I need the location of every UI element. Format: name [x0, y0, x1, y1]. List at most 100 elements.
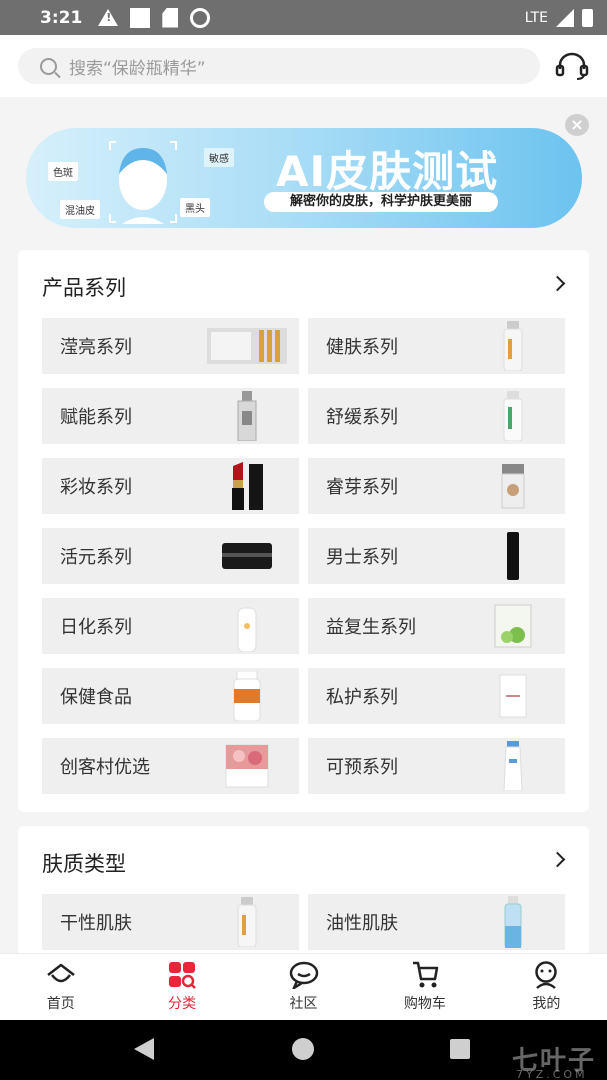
series-item[interactable]: 睿芽系列 [308, 458, 565, 514]
notification-icon [130, 7, 151, 28]
banner-close-button[interactable]: × [565, 114, 589, 136]
series-item[interactable]: 保健食品 [42, 668, 299, 724]
series-item[interactable]: 日化系列 [42, 598, 299, 654]
system-nav-bar: 七叶子 7YZ.COM [0, 1020, 607, 1080]
skin-type-title: 肤质类型 [42, 852, 126, 876]
nav-category-label: 分类 [168, 996, 197, 1012]
tube-image [473, 741, 553, 791]
blue-bottle-image [473, 896, 553, 948]
skin-type-label: 油性肌肤 [326, 913, 398, 934]
skin-type-item[interactable]: 干性肌肤 [42, 894, 299, 950]
bottom-nav: 首页 分类 社区 购物车 我的 [0, 953, 607, 1020]
spray-bottle-image [473, 321, 553, 371]
tag-spots: 色斑 [48, 162, 78, 181]
chevron-right-icon[interactable] [549, 851, 566, 868]
tag-blackheads: 黑头 [180, 198, 210, 217]
product-series-title: 产品系列 [42, 276, 126, 300]
product-series-grid: 滢亮系列 健肤系列 赋能系列 舒缓系列 彩妆系列 睿芽系列 活元系列 男士系列 … [42, 318, 565, 794]
series-item-label: 益复生系列 [326, 617, 416, 638]
series-item[interactable]: 活元系列 [42, 528, 299, 584]
black-bottle-image [473, 532, 553, 580]
battery-icon [582, 8, 593, 27]
home-button-icon[interactable] [292, 1038, 314, 1060]
series-item-label: 创客村优选 [60, 757, 150, 778]
banner-title: AI皮肤测试 [276, 147, 499, 196]
series-item-label: 男士系列 [326, 547, 398, 568]
series-item[interactable]: 男士系列 [308, 528, 565, 584]
series-item-label: 保健食品 [60, 687, 132, 708]
home-icon [46, 963, 75, 983]
cart-icon [412, 961, 439, 988]
series-item-label: 活元系列 [60, 547, 132, 568]
lipstick-image [207, 462, 287, 510]
status-bar: 3:21 LTE [0, 0, 607, 35]
series-item[interactable]: 益复生系列 [308, 598, 565, 654]
tag-combination-skin: 混油皮 [60, 200, 100, 219]
series-item-label: 健肤系列 [326, 337, 398, 358]
profile-icon [535, 961, 558, 989]
spray-bottle-image [207, 897, 287, 947]
skin-type-grid: 干性肌肤 油性肌肤 [42, 894, 565, 950]
black-jar-image [207, 532, 287, 580]
series-item[interactable]: 健肤系列 [308, 318, 565, 374]
headset-icon[interactable] [555, 51, 589, 81]
series-item[interactable]: 可预系列 [308, 738, 565, 794]
skin-type-item[interactable]: 油性肌肤 [308, 894, 565, 950]
ai-skin-test-banner[interactable]: 色斑 敏感 混油皮 黑头 AI皮肤测试 解密你的皮肤，科学护肤更美丽 [26, 128, 582, 228]
nav-home-label: 首页 [46, 996, 75, 1012]
nav-cart[interactable]: 购物车 [364, 954, 485, 1020]
recent-apps-icon[interactable] [450, 1039, 470, 1059]
series-item-label: 舒缓系列 [326, 407, 398, 428]
series-item-label: 日化系列 [60, 617, 132, 638]
nav-community-label: 社区 [289, 996, 318, 1012]
warning-icon [98, 9, 119, 26]
community-icon [289, 961, 318, 989]
series-item-label: 滢亮系列 [60, 337, 132, 358]
sd-card-icon [162, 7, 179, 28]
nav-home[interactable]: 首页 [0, 954, 121, 1020]
skin-type-card: 肤质类型 干性肌肤 油性肌肤 [18, 826, 589, 966]
green-box-image [473, 602, 553, 650]
product-series-card: 产品系列 滢亮系列 健肤系列 赋能系列 舒缓系列 彩妆系列 睿芽系列 活元系列 … [18, 250, 589, 812]
series-item-label: 可预系列 [326, 757, 398, 778]
search-bar[interactable]: 搜索“保龄瓶精华” [18, 48, 540, 84]
series-item-label: 彩妆系列 [60, 477, 132, 498]
banner-subtitle: 解密你的皮肤，科学护肤更美丽 [264, 192, 498, 212]
nav-category[interactable]: 分类 [121, 954, 242, 1020]
pump-bottle-image [207, 600, 287, 652]
series-item[interactable]: 舒缓系列 [308, 388, 565, 444]
face-illustration-icon [109, 141, 177, 224]
series-item-label: 私护系列 [326, 687, 398, 708]
category-icon [169, 962, 196, 989]
nav-community[interactable]: 社区 [243, 954, 364, 1020]
pink-box-image [207, 742, 287, 790]
search-icon [40, 57, 57, 75]
sync-icon [190, 7, 211, 28]
white-box-image [473, 672, 553, 720]
supplement-bottle-image [207, 671, 287, 721]
tag-sensitive: 敏感 [204, 148, 234, 167]
status-time: 3:21 [40, 7, 83, 28]
nav-profile[interactable]: 我的 [486, 954, 607, 1020]
series-item[interactable]: 赋能系列 [42, 388, 299, 444]
lotion-bottle-image [473, 391, 553, 441]
search-placeholder: 搜索“保龄瓶精华” [69, 58, 206, 79]
chevron-right-icon[interactable] [549, 275, 566, 292]
series-item[interactable]: 私护系列 [308, 668, 565, 724]
cream-jar-image [473, 462, 553, 510]
back-icon[interactable] [134, 1038, 154, 1060]
nav-profile-label: 我的 [532, 996, 561, 1012]
series-item[interactable]: 滢亮系列 [42, 318, 299, 374]
skin-type-label: 干性肌肤 [60, 913, 132, 934]
serum-bottle-image [207, 391, 287, 441]
network-label: LTE [524, 9, 548, 26]
header: 搜索“保龄瓶精华” [0, 35, 607, 97]
ampoule-box-image [207, 322, 287, 370]
watermark-subtext: 7YZ.COM [516, 1068, 588, 1080]
series-item-label: 睿芽系列 [326, 477, 398, 498]
nav-cart-label: 购物车 [403, 996, 446, 1012]
series-item[interactable]: 彩妆系列 [42, 458, 299, 514]
series-item-label: 赋能系列 [60, 407, 132, 428]
series-item[interactable]: 创客村优选 [42, 738, 299, 794]
signal-icon [556, 8, 574, 27]
